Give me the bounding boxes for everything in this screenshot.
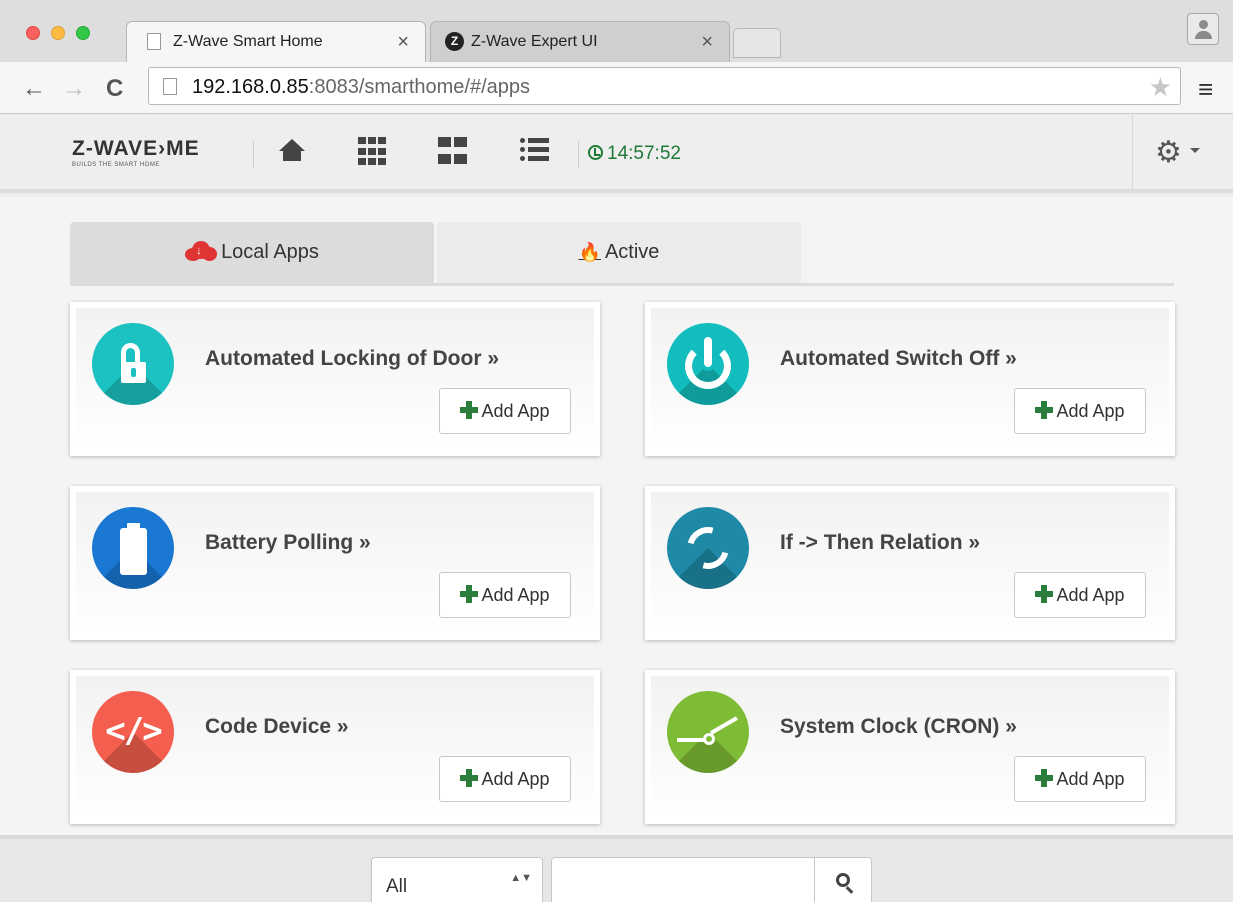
- code-icon[interactable]: </>: [92, 691, 174, 773]
- home-icon[interactable]: [278, 139, 308, 169]
- add-app-button[interactable]: Add App: [439, 388, 571, 434]
- dashboard-tiles-icon[interactable]: [438, 137, 468, 167]
- plus-icon: [460, 401, 479, 419]
- cloud-download-icon: ↓: [185, 241, 218, 261]
- zwave-favicon-icon: Z: [445, 32, 464, 51]
- elements-grid-icon[interactable]: [358, 137, 388, 167]
- tab-label: Active: [604, 241, 660, 263]
- select-arrows-icon: ▲▼: [510, 872, 532, 884]
- plus-icon: [460, 769, 479, 787]
- add-app-button[interactable]: Add App: [439, 756, 571, 802]
- tab-label: Local Apps: [221, 241, 319, 263]
- app-card-automated-locking: Automated Locking of Door » Add App: [70, 302, 600, 456]
- events-list-icon[interactable]: [520, 137, 550, 167]
- url-text: 192.168.0.85:8083/smarthome/#/apps: [192, 76, 530, 99]
- bookmark-star-icon[interactable]: ★: [1149, 72, 1172, 103]
- app-title[interactable]: Code Device »: [205, 715, 349, 739]
- divider: [578, 141, 579, 169]
- category-select[interactable]: All ▲▼: [371, 857, 543, 902]
- back-arrow-icon[interactable]: ←: [22, 75, 46, 103]
- power-icon[interactable]: [667, 323, 749, 405]
- profile-button[interactable]: [1187, 13, 1219, 45]
- apps-content: ↓ Local Apps 🔥 Active Automated Locking o…: [0, 197, 1233, 835]
- plus-icon: [460, 585, 479, 603]
- gear-icon: ⚙: [1155, 136, 1182, 169]
- battery-icon[interactable]: [92, 507, 174, 589]
- tab-local-apps[interactable]: ↓ Local Apps: [70, 222, 434, 283]
- add-app-button[interactable]: Add App: [439, 572, 571, 618]
- settings-dropdown[interactable]: ⚙: [1132, 115, 1233, 189]
- app-title[interactable]: Battery Polling »: [205, 531, 371, 555]
- browser-menu-icon[interactable]: ≡: [1198, 74, 1213, 105]
- url-path: :8083/smarthome/#/apps: [308, 76, 531, 98]
- caret-down-icon: [1190, 148, 1200, 153]
- search-button[interactable]: [814, 857, 872, 902]
- document-icon: [147, 33, 161, 50]
- app-card-system-clock: System Clock (CRON) » Add App: [645, 670, 1175, 824]
- app-card-automated-switch-off: Automated Switch Off » Add App: [645, 302, 1175, 456]
- reload-icon[interactable]: C: [106, 75, 123, 103]
- button-label: Add App: [481, 585, 550, 605]
- tab-label: Z-Wave Expert UI: [471, 33, 598, 50]
- lock-icon[interactable]: [92, 323, 174, 405]
- address-toolbar: ← → C 192.168.0.85:8083/smarthome/#/apps…: [0, 62, 1233, 114]
- app-title[interactable]: If -> Then Relation »: [780, 531, 980, 555]
- app-navbar: Z-WAVE›ME BUILDS THE SMART HOME 14:57:52…: [0, 115, 1233, 193]
- add-app-button[interactable]: Add App: [1014, 572, 1146, 618]
- time-text: 14:57:52: [607, 143, 681, 164]
- close-window-button[interactable]: [26, 26, 40, 40]
- apps-tabs: ↓ Local Apps 🔥 Active: [70, 222, 1174, 286]
- home-icon-base: [283, 150, 301, 161]
- button-label: Add App: [1056, 769, 1125, 789]
- tab-close-icon[interactable]: ×: [701, 31, 713, 54]
- minimize-window-button[interactable]: [51, 26, 65, 40]
- app-card-code-device: </> Code Device » Add App: [70, 670, 600, 824]
- user-icon: [1199, 20, 1208, 29]
- add-app-button[interactable]: Add App: [1014, 388, 1146, 434]
- sync-icon[interactable]: [667, 507, 749, 589]
- tab-label: Z-Wave Smart Home: [173, 33, 323, 50]
- filter-bar: All ▲▼: [0, 835, 1233, 902]
- app-title[interactable]: Automated Switch Off »: [780, 347, 1017, 371]
- url-host: 192.168.0.85: [192, 76, 309, 98]
- logo-tagline: BUILDS THE SMART HOME: [72, 162, 160, 168]
- logo-text: Z-WAVE›ME: [72, 137, 200, 160]
- add-app-button[interactable]: Add App: [1014, 756, 1146, 802]
- plus-icon: [1035, 769, 1054, 787]
- browser-tab-smart-home[interactable]: Z-Wave Smart Home ×: [126, 21, 426, 62]
- button-label: Add App: [481, 401, 550, 421]
- app-card-if-then-relation: If -> Then Relation » Add App: [645, 486, 1175, 640]
- plus-icon: [1035, 585, 1054, 603]
- forward-arrow-icon[interactable]: →: [62, 75, 86, 103]
- new-tab-button[interactable]: [733, 28, 781, 58]
- app-title[interactable]: System Clock (CRON) »: [780, 715, 1017, 739]
- fire-icon: 🔥: [578, 242, 601, 262]
- tab-close-icon[interactable]: ×: [397, 31, 409, 54]
- plus-icon: [1035, 401, 1054, 419]
- page-icon: [163, 78, 177, 95]
- select-value: All: [386, 876, 408, 897]
- button-label: Add App: [1056, 585, 1125, 605]
- clock-icon: [588, 145, 603, 160]
- zwaveme-logo[interactable]: Z-WAVE›ME BUILDS THE SMART HOME: [72, 137, 200, 168]
- app-card-battery-polling: Battery Polling » Add App: [70, 486, 600, 640]
- user-icon-body: [1195, 31, 1212, 39]
- browser-tab-bar: Z-Wave Smart Home × Z Z-Wave Expert UI ×: [0, 0, 1233, 62]
- clock-icon[interactable]: [667, 691, 749, 773]
- search-input[interactable]: [551, 857, 815, 902]
- zoom-window-button[interactable]: [76, 26, 90, 40]
- app-title[interactable]: Automated Locking of Door »: [205, 347, 499, 371]
- url-field[interactable]: 192.168.0.85:8083/smarthome/#/apps ★: [148, 67, 1181, 105]
- button-label: Add App: [1056, 401, 1125, 421]
- tab-active-apps[interactable]: 🔥 Active: [437, 222, 801, 283]
- divider: [253, 141, 254, 169]
- current-time: 14:57:52: [588, 143, 681, 165]
- browser-tab-expert-ui[interactable]: Z Z-Wave Expert UI ×: [430, 21, 730, 62]
- button-label: Add App: [481, 769, 550, 789]
- code-glyph: </>: [105, 711, 162, 751]
